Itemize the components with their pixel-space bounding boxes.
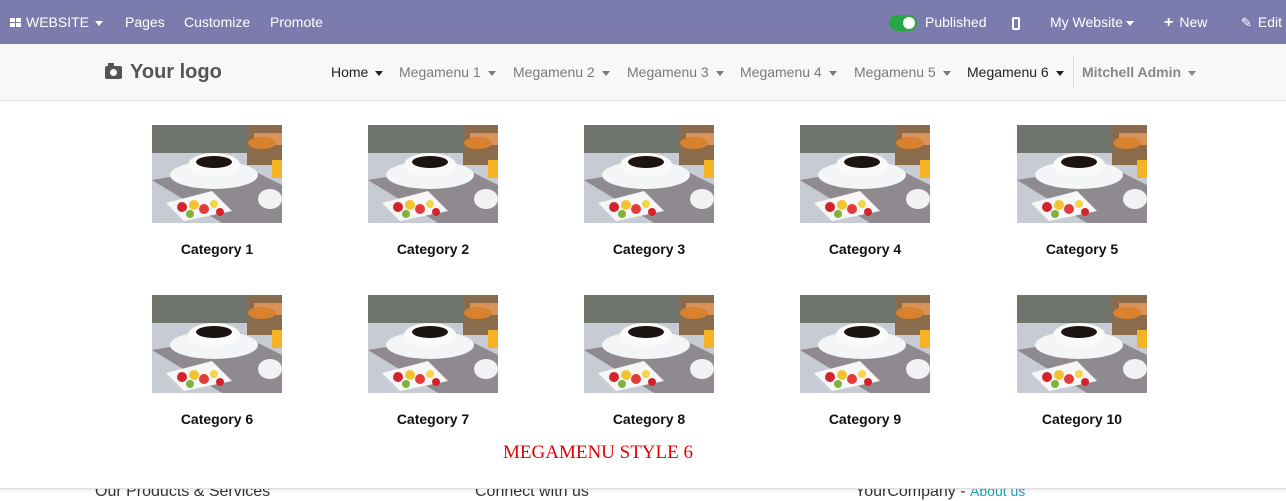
- nav-megamenu-6-label: Megamenu 6: [967, 64, 1049, 80]
- category-tile[interactable]: Category 2: [368, 125, 498, 257]
- megamenu-dropdown: MEGAMENU STYLE 6 Category 1 Category 2 Cat…: [0, 101, 1286, 489]
- chevron-down-icon: [828, 70, 837, 76]
- nav-megamenu-1[interactable]: Megamenu 1: [399, 58, 496, 86]
- breakfast-photo-image: [152, 125, 282, 223]
- category-tile[interactable]: Category 9: [800, 295, 930, 427]
- chevron-down-icon: [1125, 20, 1134, 26]
- admin-bar: WEBSITE Pages Customize Promote Publishe…: [0, 0, 1286, 44]
- chevron-down-icon: [1055, 70, 1064, 76]
- category-image[interactable]: [1017, 295, 1147, 393]
- nav-megamenu-4-label: Megamenu 4: [740, 64, 822, 80]
- chevron-down-icon: [715, 70, 724, 76]
- nav-megamenu-4[interactable]: Megamenu 4: [740, 58, 837, 86]
- logo-text: Your logo: [130, 61, 222, 83]
- chevron-down-icon: [601, 70, 610, 76]
- my-website-label: My Website: [1050, 14, 1123, 30]
- breakfast-photo-image: [584, 295, 714, 393]
- category-label[interactable]: Category 4: [800, 241, 930, 257]
- category-label[interactable]: Category 8: [584, 411, 714, 427]
- breakfast-photo-image: [1017, 295, 1147, 393]
- nav-divider: [1073, 56, 1074, 89]
- nav-megamenu-3[interactable]: Megamenu 3: [627, 58, 724, 86]
- category-tile[interactable]: Category 10: [1017, 295, 1147, 427]
- category-image[interactable]: [800, 125, 930, 223]
- promote-menu[interactable]: Promote: [270, 0, 323, 44]
- category-label[interactable]: Category 2: [368, 241, 498, 257]
- nav-megamenu-1-label: Megamenu 1: [399, 64, 481, 80]
- website-navbar: Your logo Home Megamenu 1 Megamenu 2 Meg…: [0, 44, 1286, 101]
- breakfast-photo-image: [368, 125, 498, 223]
- category-image[interactable]: [800, 295, 930, 393]
- user-menu[interactable]: Mitchell Admin: [1082, 58, 1197, 86]
- category-tile[interactable]: Category 1: [152, 125, 282, 257]
- category-label[interactable]: Category 9: [800, 411, 930, 427]
- breakfast-photo-image: [1017, 125, 1147, 223]
- mobile-preview-button[interactable]: [1012, 0, 1020, 44]
- chevron-down-icon: [1188, 70, 1197, 76]
- category-image[interactable]: [152, 125, 282, 223]
- nav-megamenu-2-label: Megamenu 2: [513, 64, 595, 80]
- category-tile[interactable]: Category 8: [584, 295, 714, 427]
- chevron-down-icon: [942, 70, 951, 76]
- nav-megamenu-6[interactable]: Megamenu 6: [967, 58, 1064, 86]
- pages-menu[interactable]: Pages: [125, 0, 165, 44]
- category-tile[interactable]: Category 6: [152, 295, 282, 427]
- nav-megamenu-2[interactable]: Megamenu 2: [513, 58, 610, 86]
- category-tile[interactable]: Category 3: [584, 125, 714, 257]
- category-image[interactable]: [584, 125, 714, 223]
- edit-label: Edit: [1257, 14, 1283, 30]
- category-label[interactable]: Category 10: [1017, 411, 1147, 427]
- published-label: Published: [925, 14, 987, 30]
- new-button[interactable]: + New: [1164, 0, 1207, 44]
- edit-button[interactable]: ✎ Edit: [1241, 0, 1282, 44]
- nav-megamenu-3-label: Megamenu 3: [627, 64, 709, 80]
- website-menu[interactable]: WEBSITE: [10, 0, 104, 44]
- published-toggle[interactable]: Published: [889, 0, 987, 44]
- website-menu-label: WEBSITE: [26, 14, 90, 30]
- category-tile[interactable]: Category 4: [800, 125, 930, 257]
- category-image[interactable]: [152, 295, 282, 393]
- customize-menu[interactable]: Customize: [184, 0, 250, 44]
- camera-icon: [105, 63, 122, 79]
- plus-icon: +: [1164, 14, 1174, 31]
- category-label[interactable]: Category 5: [1017, 241, 1147, 257]
- nav-megamenu-5-label: Megamenu 5: [854, 64, 936, 80]
- pencil-icon: ✎: [1241, 15, 1252, 30]
- category-tile[interactable]: Category 7: [368, 295, 498, 427]
- chevron-down-icon: [375, 70, 384, 76]
- category-label[interactable]: Category 7: [368, 411, 498, 427]
- breakfast-photo-image: [368, 295, 498, 393]
- breakfast-photo-image: [800, 125, 930, 223]
- category-image[interactable]: [1017, 125, 1147, 223]
- mobile-phone-icon: [1012, 16, 1020, 30]
- nav-home[interactable]: Home: [331, 58, 384, 86]
- new-label: New: [1179, 14, 1208, 30]
- apps-grid-icon: [10, 18, 22, 28]
- category-image[interactable]: [368, 295, 498, 393]
- category-image[interactable]: [584, 295, 714, 393]
- site-logo[interactable]: Your logo: [105, 58, 222, 86]
- user-menu-label: Mitchell Admin: [1082, 64, 1182, 80]
- category-label[interactable]: Category 1: [152, 241, 282, 257]
- breakfast-photo-image: [584, 125, 714, 223]
- chevron-down-icon: [487, 70, 496, 76]
- breakfast-photo-image: [152, 295, 282, 393]
- chevron-down-icon: [95, 20, 104, 26]
- category-label[interactable]: Category 3: [584, 241, 714, 257]
- nav-megamenu-5[interactable]: Megamenu 5: [854, 58, 951, 86]
- category-tile[interactable]: Category 5: [1017, 125, 1147, 257]
- toggle-switch-icon: [889, 15, 917, 32]
- category-image[interactable]: [368, 125, 498, 223]
- nav-home-label: Home: [331, 64, 369, 80]
- category-label[interactable]: Category 6: [152, 411, 282, 427]
- breakfast-photo-image: [800, 295, 930, 393]
- megamenu-style-title: MEGAMENU STYLE 6: [503, 442, 693, 463]
- my-website-menu[interactable]: My Website: [1050, 0, 1134, 44]
